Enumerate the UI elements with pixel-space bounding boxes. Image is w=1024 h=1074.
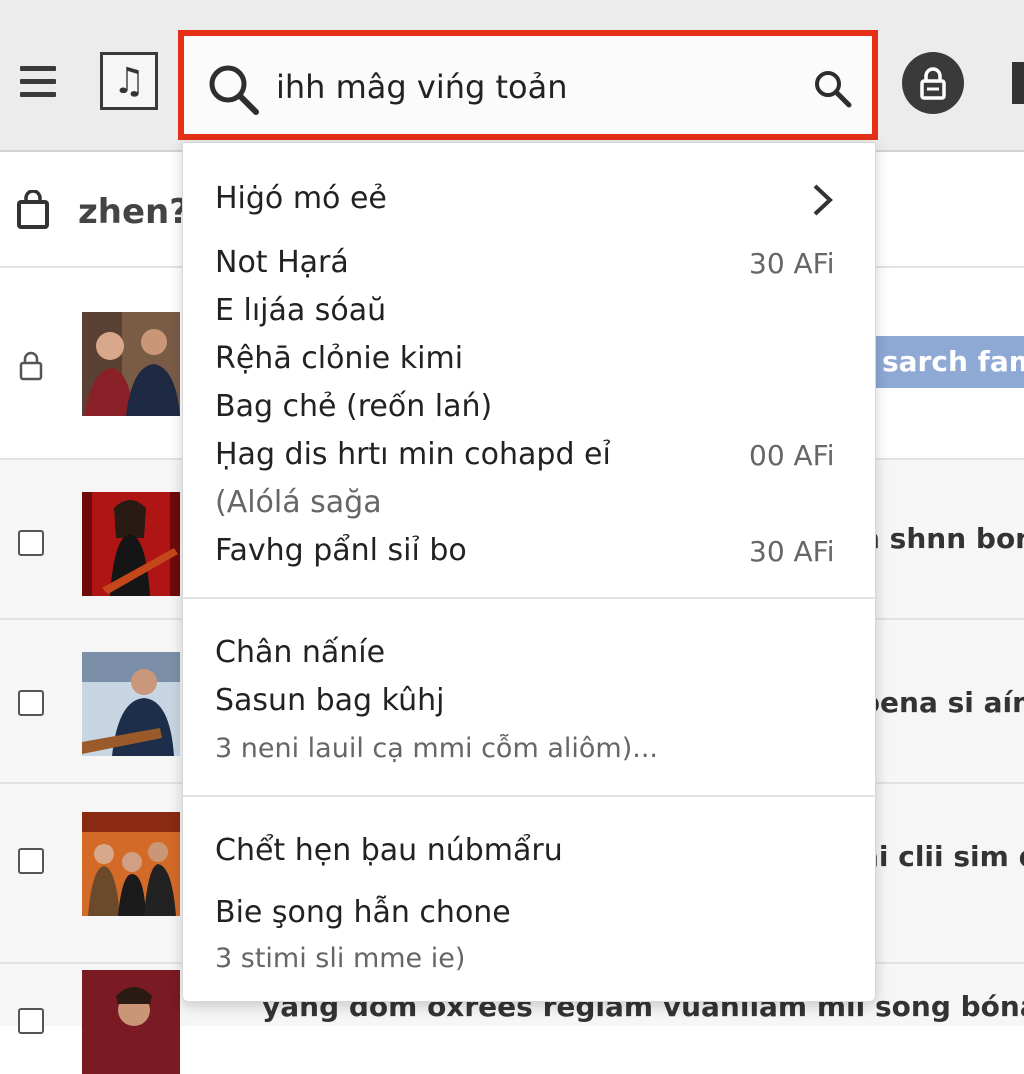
album-thumbnail[interactable] [82, 652, 180, 756]
recent-search-item[interactable]: (Alólá sağa [215, 485, 382, 520]
album-thumbnail[interactable] [82, 312, 180, 416]
more-button[interactable] [1012, 62, 1024, 104]
chevron-right-icon[interactable] [811, 183, 835, 217]
lock-small-icon [19, 351, 43, 381]
suggestion-meta: 3 neni lauil cạ mmi cỗm aliôm)... [215, 733, 658, 764]
row-title: n shnn bon [860, 522, 1024, 555]
recent-search-item[interactable]: Favhg pẩnl siỉ bo [215, 533, 467, 568]
album-thumbnail[interactable] [82, 492, 180, 596]
suggestions-header[interactable]: Hiġó mó eẻ [215, 181, 387, 216]
suggestion-meta: 3 stimi sli mme ie) [215, 943, 466, 974]
row-checkbox[interactable] [18, 530, 44, 556]
recent-search-item[interactable]: Bag chẻ (reốn lań) [215, 389, 492, 424]
recent-search-item[interactable]: Ḥag dis hrtı min cohapd eỉ [215, 437, 611, 472]
row-title: bena si aím [860, 686, 1024, 719]
suggestion-item[interactable]: Chểt hẹn ḅau núbmẩru [215, 833, 563, 868]
row-checkbox[interactable] [18, 848, 44, 874]
divider [183, 597, 875, 599]
music-note-icon[interactable]: ♫ [100, 52, 158, 110]
recent-search-time: 30 AFi [749, 535, 835, 568]
recent-search-time: 00 AFi [749, 439, 835, 472]
recent-search-item[interactable]: Not Hạrá [215, 245, 349, 280]
suggestion-item[interactable]: Sasun bag kûhj [215, 683, 444, 718]
recent-search-item[interactable]: E lıjáa sóaŭ [215, 293, 386, 328]
lock-icon[interactable] [902, 52, 964, 114]
recent-search-item[interactable]: Rệhā clỏnie kimi [215, 341, 463, 376]
search-icon [209, 65, 259, 115]
album-thumbnail[interactable] [82, 812, 180, 916]
section-title: zhen? [78, 192, 189, 232]
search-submit-icon[interactable] [812, 68, 854, 110]
divider [183, 795, 875, 797]
album-thumbnail[interactable] [82, 970, 180, 1074]
row-title: ai clii sim d [860, 840, 1024, 873]
top-bar: ♫ [0, 0, 1024, 152]
row-checkbox[interactable] [18, 690, 44, 716]
row-checkbox[interactable] [18, 1008, 44, 1034]
search-input[interactable] [274, 60, 778, 114]
search-box[interactable] [178, 30, 878, 140]
recent-search-time: 30 AFi [749, 247, 835, 280]
row-title: sarch fam [876, 336, 1024, 388]
menu-icon[interactable] [20, 66, 56, 100]
search-suggestions-dropdown: Hiġó mó eẻ Not Hạrá 30 AFi E lıjáa sóaŭ … [182, 142, 876, 1002]
suggestion-item[interactable]: Bie şong hẫn chone [215, 895, 511, 930]
bag-icon [17, 190, 49, 229]
suggestion-item[interactable]: Chân nấníe [215, 635, 385, 670]
